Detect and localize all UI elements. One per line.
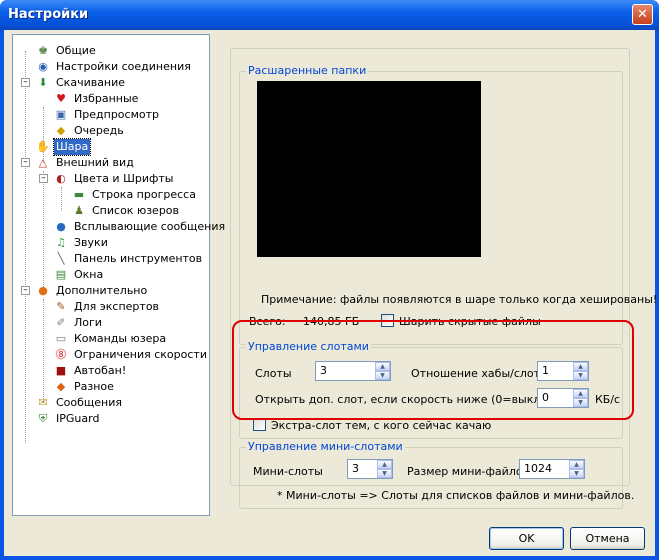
mini-slots-down-arrow-icon[interactable]: ▼ (377, 469, 392, 478)
mini-size-up-arrow-icon[interactable]: ▲ (569, 460, 584, 469)
tree-item-downloads[interactable]: ⬇ Скачивание (35, 75, 127, 91)
ok-button[interactable]: OK (489, 527, 564, 550)
tree-item-appearance[interactable]: △ Внешний вид (35, 155, 136, 171)
tree-item-logs[interactable]: ✐ Логи (53, 315, 104, 331)
tree-item-popups[interactable]: ● Всплывающие сообщения (53, 219, 227, 235)
preview-icon: ▣ (55, 108, 67, 121)
popup-icon: ● (56, 220, 66, 233)
messages-icon: ✉ (38, 396, 48, 409)
mini-slots-note: * Мини-слоты => Слоты для списков файлов… (277, 489, 635, 502)
palette-icon: ◐ (56, 172, 66, 185)
window-title: Настройки (8, 7, 89, 22)
shield-icon: ⛨ (38, 412, 48, 425)
tree-item-preview[interactable]: ▣ Предпросмотр (53, 107, 161, 123)
cancel-button[interactable]: Отмена (570, 527, 645, 550)
tree-item-windows[interactable]: ▤ Окна (53, 267, 105, 283)
mini-slots-spinner[interactable]: 3 ▲ ▼ (347, 459, 393, 479)
tree-item-share[interactable]: ✋ Шара (35, 138, 92, 156)
music-icon: ♫ (56, 236, 66, 249)
commands-icon: ▭ (55, 332, 67, 345)
advanced-icon: ● (38, 284, 48, 297)
download-icon: ⬇ (38, 76, 48, 89)
misc-icon: ◆ (56, 380, 66, 393)
users-list-icon: ♟ (74, 204, 84, 217)
queue-icon: ◆ (56, 124, 66, 137)
collapse-advanced[interactable]: – (21, 286, 30, 295)
tree-item-sounds[interactable]: ♫ Звуки (53, 235, 110, 251)
mini-size-down-arrow-icon[interactable]: ▼ (569, 469, 584, 478)
tree-item-ipguard[interactable]: ⛨ IPGuard (35, 411, 101, 427)
close-button[interactable]: ✕ (632, 4, 653, 25)
ban-icon: ■ (55, 364, 67, 377)
dialog-client: – – – – ♚ Общие ◉ Настройки соединения ⬇ Ск… (4, 30, 657, 556)
windows-icon: ▤ (55, 268, 67, 281)
settings-window: Настройки ✕ – – – – ♚ Общие ◉ Настройки со… (0, 0, 659, 560)
mini-slots-legend: Управление мини-слотами (246, 440, 405, 453)
tree-item-messages[interactable]: ✉ Сообщения (35, 395, 124, 411)
share-settings-page: Расшаренные папки Примечание: файлы появ… (230, 48, 657, 509)
tree-item-advanced[interactable]: ● Дополнительно (35, 283, 149, 299)
people-icon: ♚ (38, 44, 48, 57)
network-icon: ◉ (38, 60, 48, 73)
heart-icon: ♥ (56, 92, 66, 105)
close-icon: ✕ (637, 7, 648, 22)
extra-slot-label: Экстра-слот тем, с кого сейчас качаю (271, 419, 492, 432)
shared-folders-legend: Расшаренные папки (246, 64, 369, 77)
share-icon: ✋ (36, 140, 50, 153)
title-bar[interactable]: Настройки ✕ (0, 0, 659, 30)
mini-size-label: Размер мини-файлов (407, 465, 530, 478)
progress-icon: ▬ (73, 188, 85, 201)
appearance-icon: △ (38, 156, 48, 169)
shared-note: Примечание: файлы появляются в шаре толь… (261, 293, 658, 306)
collapse-downloads[interactable]: – (21, 78, 30, 87)
tree-item-experts[interactable]: ✎ Для экспертов (53, 299, 161, 315)
tree-item-progress-bar[interactable]: ▬ Строка прогресса (71, 187, 198, 203)
collapse-colors[interactable]: – (39, 174, 48, 183)
expert-icon: ✎ (56, 300, 66, 313)
mini-slots-label: Мини-слоты (253, 465, 323, 478)
tree-item-colors-fonts[interactable]: ◐ Цвета и Шрифты (53, 171, 175, 187)
tree-item-connection[interactable]: ◉ Настройки соединения (35, 59, 193, 75)
mini-slots-up-arrow-icon[interactable]: ▲ (377, 460, 392, 469)
tree-item-user-commands[interactable]: ▭ Команды юзера (53, 331, 168, 347)
tree-item-speed-limits[interactable]: ⓼ Ограничения скорости (53, 347, 209, 363)
tree-item-user-list[interactable]: ♟ Список юзеров (71, 203, 181, 219)
collapse-appearance[interactable]: – (21, 158, 30, 167)
log-icon: ✐ (56, 316, 66, 329)
tree-item-favorites[interactable]: ♥ Избранные (53, 91, 140, 107)
tree-item-general[interactable]: ♚ Общие (35, 43, 98, 59)
shared-folders-list[interactable] (257, 81, 481, 257)
tree-item-toolbar[interactable]: ╲ Панель инструментов (53, 251, 204, 267)
speed-limit-icon: ⓼ (55, 348, 67, 361)
tree-item-queue[interactable]: ◆ Очередь (53, 123, 126, 139)
highlight-annotation (232, 320, 634, 420)
settings-tree[interactable]: – – – – ♚ Общие ◉ Настройки соединения ⬇ Ск… (12, 34, 225, 516)
tree-item-autoban[interactable]: ■ Автобан! (53, 363, 128, 379)
toolbar-icon: ╲ (57, 252, 65, 265)
mini-size-spinner[interactable]: 1024 ▲ ▼ (519, 459, 585, 479)
tree-item-misc[interactable]: ◆ Разное (53, 379, 116, 395)
